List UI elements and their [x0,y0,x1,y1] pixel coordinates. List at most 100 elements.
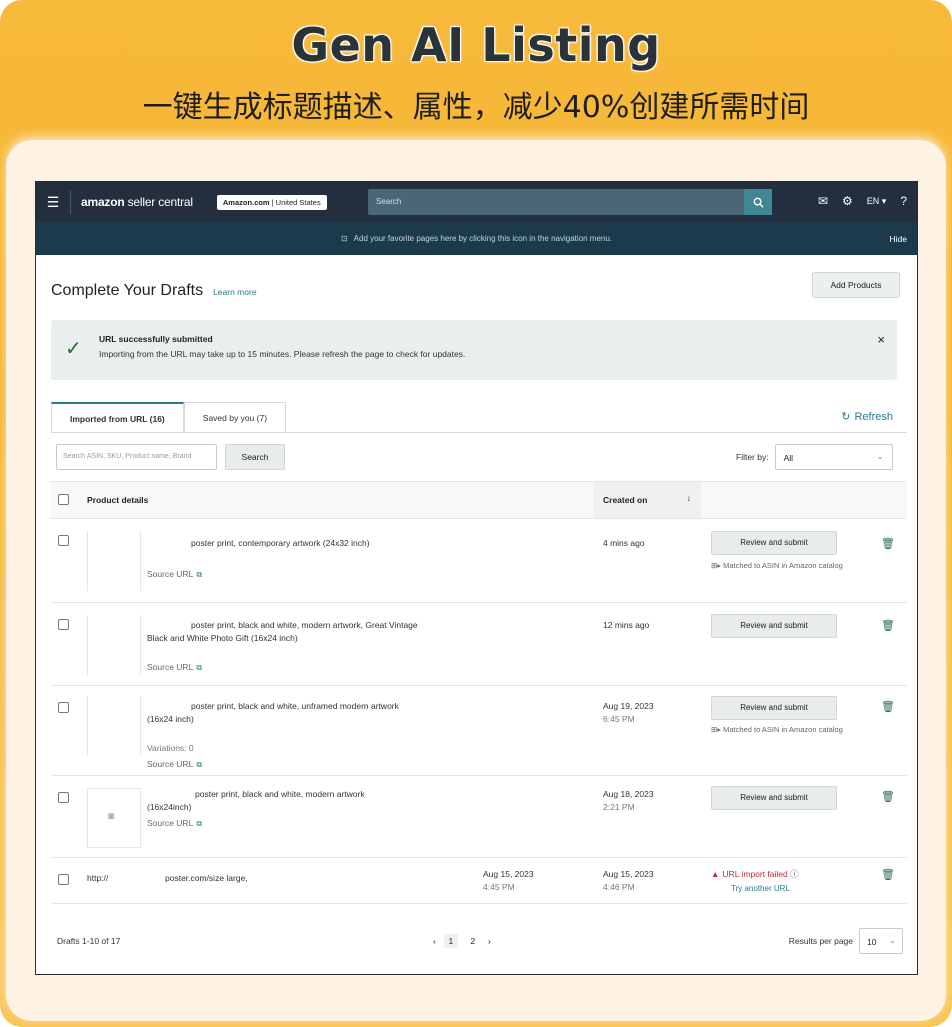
pagination: ‹ 1 2 › [433,934,491,948]
search-icon[interactable] [744,189,772,215]
global-search-input[interactable]: Search [368,189,772,215]
trash-icon[interactable]: 🗑 [881,868,895,881]
review-and-submit-button[interactable]: Review and submit [711,696,837,720]
checkmark-icon: ✓ [65,338,82,360]
seller-central-logo[interactable]: amazon seller central [81,195,193,209]
prev-page-icon[interactable]: ‹ [433,936,436,946]
draft-tabs: Imported from URL (16) Saved by you (7) [51,402,287,432]
product-title-line2[interactable]: (16x24 inch) [147,713,194,726]
review-and-submit-button[interactable]: Review and submit [711,614,837,638]
filter-label: Filter by: [736,452,769,462]
filter-group: Filter by: All ⌄ [736,444,893,470]
sort-arrow-icon: ↓ [686,493,691,503]
draft-search-input[interactable]: Search ASIN, SKU, Product name, Brand [56,444,217,470]
select-all-checkbox[interactable] [58,494,69,505]
table-header: Product details Created on ↓ [51,481,907,519]
header-product-details: Product details [87,495,149,505]
gear-icon[interactable]: ⚙ [842,194,853,208]
product-title-line2[interactable]: (16x24inch) [147,801,191,814]
product-title[interactable]: poster print, contemporary artwork (24x3… [191,537,370,550]
promo-subtitle: 一键生成标题描述、属性，减少40%创建所需时间 [142,90,810,125]
alert-message: Importing from the URL may take up to 15… [99,349,466,359]
refresh-button[interactable]: ↻ Refresh [841,410,897,423]
created-on: 12 mins ago [603,620,650,630]
source-url-link[interactable]: Source URL ⧉ [147,818,202,829]
source-url-link[interactable]: Source URL ⧉ [147,759,202,770]
try-another-url-link[interactable]: Try another URL [731,884,790,893]
page-1[interactable]: 1 [443,934,458,948]
tabs-divider [51,432,907,433]
created-on: Aug 15, 2023 4:46 PM [603,869,654,892]
table-row: http:// poster.com/size large, Aug 15, 2… [51,858,907,904]
bookmark-icon: ⊡ [340,234,348,243]
results-per-page-label: Results per page [788,936,853,946]
language-selector[interactable]: EN ▾ [867,196,887,208]
promo-title: Gen AI Listing [291,18,661,72]
matched-icon: ⊞▸ [711,561,724,570]
menu-icon[interactable]: ☰ [36,194,70,211]
refresh-icon: ↻ [841,411,851,423]
product-thumbnail [87,531,141,591]
review-and-submit-button[interactable]: Review and submit [711,786,837,810]
trash-icon[interactable]: 🗑 [881,537,895,550]
table-row: poster print, black and white, unframed … [51,686,907,776]
success-alert: ✓ URL successfully submitted Importing f… [51,320,897,380]
external-link-icon: ⧉ [196,663,203,672]
hide-bookmark-link[interactable]: Hide [890,234,907,244]
created-on: Aug 19, 2023 6:45 PM [603,701,654,724]
camera-icon: ◙ [108,811,115,822]
table-row: ◙ poster print, black and white, modern … [51,776,907,858]
table-row: poster print, contemporary artwork (24x3… [51,519,907,603]
trash-icon[interactable]: 🗑 [881,700,895,713]
page-2[interactable]: 2 [466,934,480,948]
row-checkbox[interactable] [58,619,69,630]
variations-count: Variations: 0 [147,743,194,753]
source-url-link[interactable]: Source URL ⧉ [147,662,202,673]
add-products-button[interactable]: Add Products [812,272,900,298]
import-url-prefix: http:// [87,873,109,883]
mail-icon[interactable]: ✉ [818,194,828,208]
product-thumbnail: ◙ [87,788,141,848]
row-checkbox[interactable] [58,535,69,546]
top-navbar: ☰ amazon seller central Amazon.com | Uni… [36,182,917,222]
trash-icon[interactable]: 🗑 [881,619,895,632]
row-checkbox[interactable] [58,874,69,885]
alert-title: URL successfully submitted [99,334,213,344]
tab-imported-from-url[interactable]: Imported from URL (16) [51,402,184,432]
results-per-page: Results per page 10 ⌄ [789,928,903,954]
product-title[interactable]: poster print, black and white, unframed … [191,700,399,713]
marketplace-selector[interactable]: Amazon.com | United States [216,194,327,210]
help-icon[interactable]: ? [900,194,907,208]
review-and-submit-button[interactable]: Review and submit [711,531,837,555]
row-checkbox[interactable] [58,792,69,803]
filter-select[interactable]: All ⌄ [774,444,893,470]
close-icon[interactable]: × [877,332,885,347]
results-per-page-select[interactable]: 10 ⌄ [859,928,903,954]
next-page-icon[interactable]: › [488,936,491,946]
bookmark-message: Add your favorite pages here by clicking… [353,234,613,243]
learn-more-link[interactable]: Learn more [213,287,256,297]
source-url-link[interactable]: Source URL ⧉ [147,569,202,580]
matched-asin-note: ⊞▸ Matched to ASIN in Amazon catalog [711,725,843,734]
tab-saved-by-you[interactable]: Saved by you (7) [183,402,287,432]
drafts-count: Drafts 1-10 of 17 [57,936,121,946]
product-title[interactable]: poster print, black and white, modern ar… [191,619,418,632]
header-created-on[interactable]: Created on ↓ [593,482,701,518]
product-title-line2[interactable]: Black and White Photo Gift (16x24 inch) [147,632,298,645]
nav-divider [70,190,71,214]
draft-search-row: Search ASIN, SKU, Product name, Brand Se… [56,444,285,470]
product-thumbnail [87,615,141,675]
created-on: Aug 18, 2023 2:21 PM [603,789,654,812]
row-checkbox[interactable] [58,702,69,713]
draft-search-button[interactable]: Search [225,444,285,470]
external-link-icon: ⧉ [196,760,203,769]
product-title[interactable]: poster print, black and white, modern ar… [195,788,365,801]
page-title: Complete Your Drafts [51,282,204,299]
trash-icon[interactable]: 🗑 [881,790,895,803]
table-row: poster print, black and white, modern ar… [51,603,907,686]
info-icon[interactable]: ⓘ [790,869,799,879]
matched-asin-note: ⊞▸ Matched to ASIN in Amazon catalog [711,561,843,570]
external-link-icon: ⧉ [196,570,203,579]
import-failed-status: ▲ URL import failed ⓘ [711,869,799,879]
product-thumbnail [87,696,141,756]
